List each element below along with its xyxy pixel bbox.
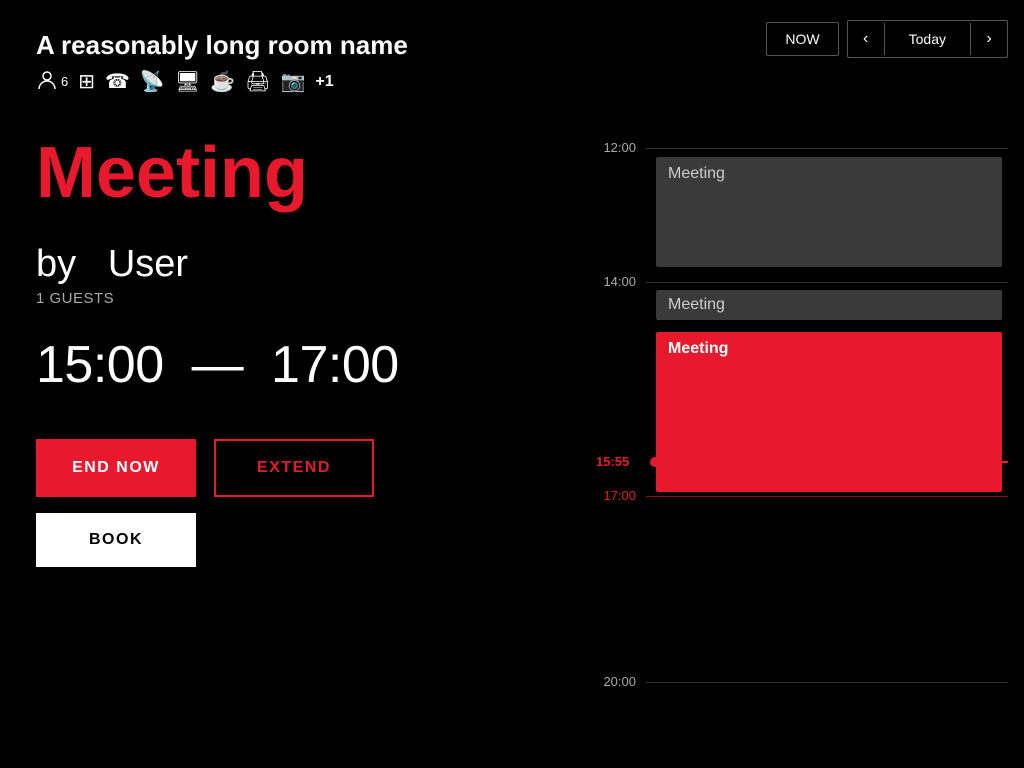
time-label-1700: 17:00: [596, 489, 646, 502]
camera-icon: 📷: [281, 72, 306, 92]
time-label-1200: 12:00: [596, 141, 646, 154]
current-time-dot: [650, 457, 660, 467]
time-start: 15:00: [36, 336, 164, 394]
book-button[interactable]: BOOK: [36, 513, 196, 567]
next-button[interactable]: ›: [971, 21, 1007, 57]
amenities-row: 6 ⊞ ☎ 📡 🖥 ☕ 🖨 📷 +1: [36, 69, 544, 94]
current-time-line: [660, 461, 1008, 463]
event-meeting-1200[interactable]: Meeting: [656, 157, 1002, 267]
printer-icon: 🖨: [245, 72, 270, 92]
monitor-icon: 🖥: [175, 72, 200, 92]
phone-icon: ☎: [105, 72, 130, 92]
event-label-1200: Meeting: [668, 165, 725, 182]
organizer-line: by User: [36, 243, 544, 286]
time-slot-1400: 14:00: [596, 282, 1008, 288]
wireless-icon: 📡: [140, 72, 165, 92]
event-meeting-1400[interactable]: Meeting: [656, 290, 1002, 320]
current-time-label: 15:55: [596, 454, 629, 469]
time-line-1200: [646, 148, 1008, 149]
today-button[interactable]: Today: [884, 23, 971, 55]
current-time-indicator: 15:55: [650, 457, 1008, 467]
time-line-1700: [646, 496, 1008, 497]
prev-button[interactable]: ‹: [848, 21, 884, 57]
now-button[interactable]: NOW: [766, 22, 838, 56]
settings-icon: ⊞: [78, 72, 95, 92]
right-panel: NOW ‹ Today › 12:00 14:00 17:00 20:00 Me…: [580, 0, 1024, 768]
event-label-1400: Meeting: [668, 296, 725, 314]
person-icon: [36, 69, 58, 94]
more-amenities: +1: [315, 73, 333, 91]
end-now-button[interactable]: END NOW: [36, 439, 196, 497]
action-buttons: END NOW EXTEND: [36, 439, 544, 497]
time-line-1400: [646, 282, 1008, 283]
top-nav: NOW ‹ Today ›: [596, 20, 1008, 58]
nav-group: ‹ Today ›: [847, 20, 1008, 58]
event-label-current: Meeting: [668, 340, 728, 357]
amenity-capacity: 6: [36, 69, 68, 94]
time-slot-1200: 12:00: [596, 148, 1008, 154]
timeline: 12:00 14:00 17:00 20:00 Meeting Meeting …: [596, 82, 1008, 748]
organizer-name: User: [108, 243, 188, 285]
time-label-2000: 20:00: [596, 675, 646, 688]
time-range: 15:00 — 17:00: [36, 335, 544, 395]
room-name: A reasonably long room name: [36, 30, 544, 61]
book-button-row: BOOK: [36, 513, 544, 567]
organizer-prefix: by: [36, 243, 76, 285]
time-line-2000: [646, 682, 1008, 683]
extend-button[interactable]: EXTEND: [214, 439, 374, 497]
event-meeting-current[interactable]: Meeting: [656, 332, 1002, 492]
time-slot-1700: 17:00: [596, 496, 1008, 502]
time-end: 17:00: [271, 336, 399, 394]
coffee-icon: ☕: [210, 72, 235, 92]
meeting-title: Meeting: [36, 134, 544, 213]
time-separator: —: [192, 336, 244, 394]
time-label-1400: 14:00: [596, 275, 646, 288]
time-slot-2000: 20:00: [596, 682, 1008, 688]
left-panel: A reasonably long room name 6 ⊞ ☎ 📡 🖥 ☕ …: [0, 0, 580, 768]
capacity-count: 6: [61, 74, 68, 89]
guests-label: 1 GUESTS: [36, 290, 544, 307]
